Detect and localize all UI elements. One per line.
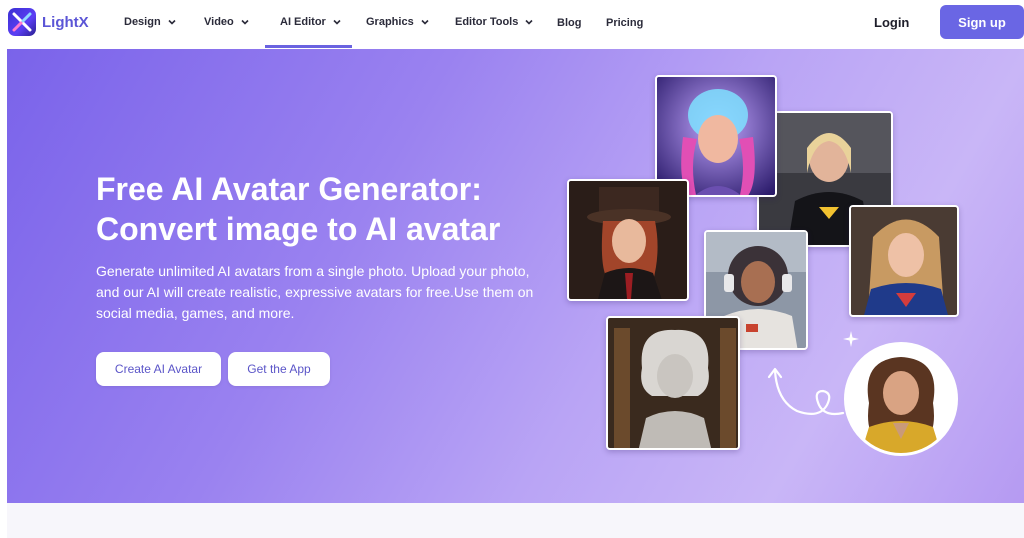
nav-item-label: AI Editor <box>280 16 326 28</box>
active-tab-indicator <box>265 45 352 48</box>
get-the-app-button[interactable]: Get the App <box>228 352 330 386</box>
hero-title: Free AI Avatar Generator: Convert image … <box>96 169 566 249</box>
signup-button[interactable]: Sign up <box>940 5 1024 39</box>
nav-item-design[interactable]: Design <box>124 16 177 28</box>
steampunk-avatar-image <box>567 179 689 301</box>
nav-item-label: Design <box>124 16 161 28</box>
login-link[interactable]: Login <box>874 15 909 30</box>
lightx-logo-icon <box>8 8 36 36</box>
chevron-down-icon <box>525 19 533 25</box>
nav-item-video[interactable]: Video <box>204 16 250 28</box>
nav-item-blog[interactable]: Blog <box>557 17 581 29</box>
nav-item-label: Blog <box>557 17 582 29</box>
chevron-down-icon <box>241 19 249 25</box>
next-section <box>7 503 1024 538</box>
hero-title-line-1: Free AI Avatar Generator: <box>96 171 482 207</box>
brand-name: LightX <box>42 13 89 31</box>
marble-statue-avatar-image <box>606 316 740 450</box>
nav-item-label: Video <box>204 16 234 28</box>
chevron-down-icon <box>333 19 341 25</box>
hero-title-line-2: Convert image to AI avatar <box>96 211 501 247</box>
nav-item-label: Graphics <box>366 16 414 28</box>
hero-section: Free AI Avatar Generator: Convert image … <box>7 49 1024 503</box>
curly-arrow-icon <box>767 367 845 416</box>
create-ai-avatar-button[interactable]: Create AI Avatar <box>96 352 221 386</box>
nav-item-ai-editor[interactable]: AI Editor <box>280 16 342 28</box>
chevron-down-icon <box>168 19 176 25</box>
nav-item-label: Editor Tools <box>455 16 519 28</box>
brand-logo[interactable]: LightX <box>8 8 89 36</box>
sparkle-icon <box>843 331 859 347</box>
original-photo <box>844 342 958 456</box>
nav-item-label: Pricing <box>606 17 644 29</box>
nav-item-graphics[interactable]: Graphics <box>366 16 430 28</box>
hero-subtitle: Generate unlimited AI avatars from a sin… <box>96 263 534 321</box>
top-navigation: LightX Design Video AI Editor Graphics E… <box>0 0 1024 48</box>
chevron-down-icon <box>421 19 429 25</box>
captain-avatar-image <box>849 205 959 317</box>
nav-item-editor-tools[interactable]: Editor Tools <box>455 16 534 28</box>
nav-item-pricing[interactable]: Pricing <box>606 17 643 29</box>
